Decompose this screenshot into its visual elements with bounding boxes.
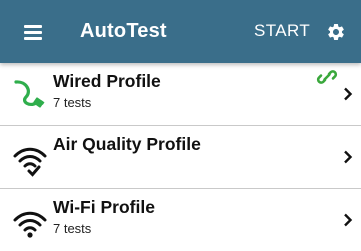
ethernet-cable-icon — [14, 80, 45, 108]
start-button[interactable]: START — [254, 21, 310, 41]
profile-row-wifi[interactable]: Wi-Fi Profile 7 tests — [0, 189, 361, 251]
gear-icon[interactable] — [326, 22, 346, 42]
chevron-right-icon — [344, 87, 353, 101]
profile-row-air-quality[interactable]: Air Quality Profile — [0, 126, 361, 189]
link-icon — [316, 70, 338, 84]
profile-title: Wired Profile — [53, 71, 161, 91]
menu-icon[interactable] — [24, 20, 44, 42]
profile-list: Wired Profile 7 tests Air Quality Profil… — [0, 63, 361, 251]
profile-test-count: 7 tests — [53, 221, 92, 236]
profile-title: Air Quality Profile — [53, 134, 201, 154]
wifi-check-icon — [13, 147, 47, 177]
profile-test-count: 7 tests — [53, 95, 92, 110]
chevron-right-icon — [344, 150, 353, 164]
profile-title: Wi-Fi Profile — [53, 197, 155, 217]
app-title: AutoTest — [80, 20, 167, 42]
wifi-icon — [13, 211, 47, 238]
profile-row-wired[interactable]: Wired Profile 7 tests — [0, 63, 361, 126]
app-bar: AutoTest START — [0, 0, 361, 63]
chevron-right-icon — [344, 213, 353, 227]
